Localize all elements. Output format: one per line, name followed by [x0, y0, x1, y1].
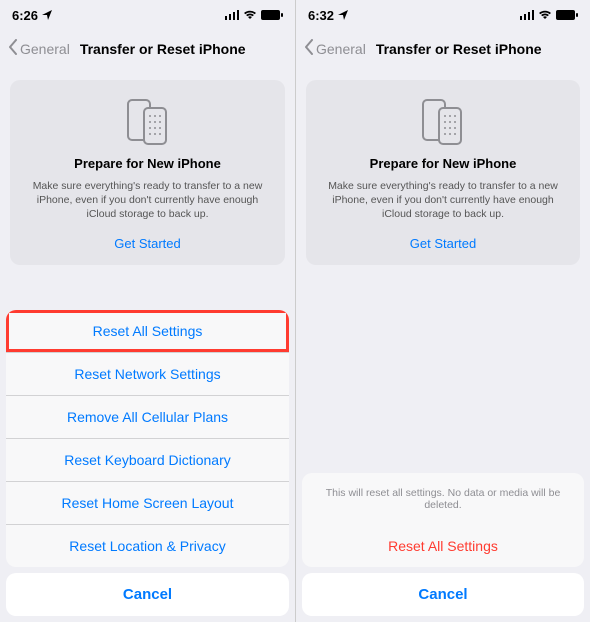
nav-title: Transfer or Reset iPhone: [80, 41, 246, 57]
prepare-card: Prepare for New iPhone Make sure everyth…: [10, 80, 285, 265]
status-time: 6:32: [308, 8, 334, 23]
confirm-reset-all-settings-button[interactable]: Reset All Settings: [302, 525, 584, 567]
status-bar: 6:32: [296, 0, 590, 30]
back-chevron-icon[interactable]: [8, 38, 18, 61]
nav-bar: General Transfer or Reset iPhone: [296, 30, 590, 68]
screenshot-left: 6:26 General Transfer or Reset iPhone: [0, 0, 295, 622]
prepare-description: Make sure everything's ready to transfer…: [320, 179, 566, 222]
back-label[interactable]: General: [316, 41, 366, 57]
battery-icon: [556, 10, 578, 20]
reset-network-settings-option[interactable]: Reset Network Settings: [6, 352, 289, 395]
status-bar: 6:26: [0, 0, 295, 30]
status-time: 6:26: [12, 8, 38, 23]
content-area: Prepare for New iPhone Make sure everyth…: [0, 68, 295, 265]
location-icon: [338, 10, 348, 20]
signal-icon: [520, 10, 534, 20]
screenshot-right: 6:32 General Transfer or Reset iPhone: [295, 0, 590, 622]
status-left: 6:26: [12, 8, 52, 23]
reset-all-settings-option[interactable]: Reset All Settings: [6, 310, 289, 352]
back-label[interactable]: General: [20, 41, 70, 57]
signal-icon: [225, 10, 239, 20]
get-started-link[interactable]: Get Started: [320, 236, 566, 251]
prepare-card: Prepare for New iPhone Make sure everyth…: [306, 80, 580, 265]
back-chevron-icon[interactable]: [304, 38, 314, 61]
two-phones-icon: [24, 98, 271, 146]
reset-keyboard-dictionary-option[interactable]: Reset Keyboard Dictionary: [6, 438, 289, 481]
remove-cellular-plans-option[interactable]: Remove All Cellular Plans: [6, 395, 289, 438]
cancel-group: Cancel: [302, 573, 584, 616]
battery-icon: [261, 10, 283, 20]
prepare-title: Prepare for New iPhone: [320, 156, 566, 171]
nav-title: Transfer or Reset iPhone: [376, 41, 542, 57]
confirm-message: This will reset all settings. No data or…: [302, 473, 584, 525]
wifi-icon: [538, 10, 552, 20]
location-icon: [42, 10, 52, 20]
confirm-group: This will reset all settings. No data or…: [302, 473, 584, 567]
wifi-icon: [243, 10, 257, 20]
cancel-button[interactable]: Cancel: [302, 573, 584, 616]
two-phones-icon: [320, 98, 566, 146]
reset-location-privacy-option[interactable]: Reset Location & Privacy: [6, 524, 289, 567]
reset-action-sheet: Reset All Settings Reset Network Setting…: [0, 304, 295, 622]
reset-options-group: Reset All Settings Reset Network Setting…: [6, 310, 289, 567]
status-left: 6:32: [308, 8, 348, 23]
cancel-group: Cancel: [6, 573, 289, 616]
status-right: [520, 10, 578, 20]
reset-home-screen-layout-option[interactable]: Reset Home Screen Layout: [6, 481, 289, 524]
status-right: [225, 10, 283, 20]
get-started-link[interactable]: Get Started: [24, 236, 271, 251]
prepare-description: Make sure everything's ready to transfer…: [24, 179, 271, 222]
content-area: Prepare for New iPhone Make sure everyth…: [296, 68, 590, 265]
confirm-action-sheet: This will reset all settings. No data or…: [296, 467, 590, 622]
prepare-title: Prepare for New iPhone: [24, 156, 271, 171]
cancel-button[interactable]: Cancel: [6, 573, 289, 616]
nav-bar: General Transfer or Reset iPhone: [0, 30, 295, 68]
